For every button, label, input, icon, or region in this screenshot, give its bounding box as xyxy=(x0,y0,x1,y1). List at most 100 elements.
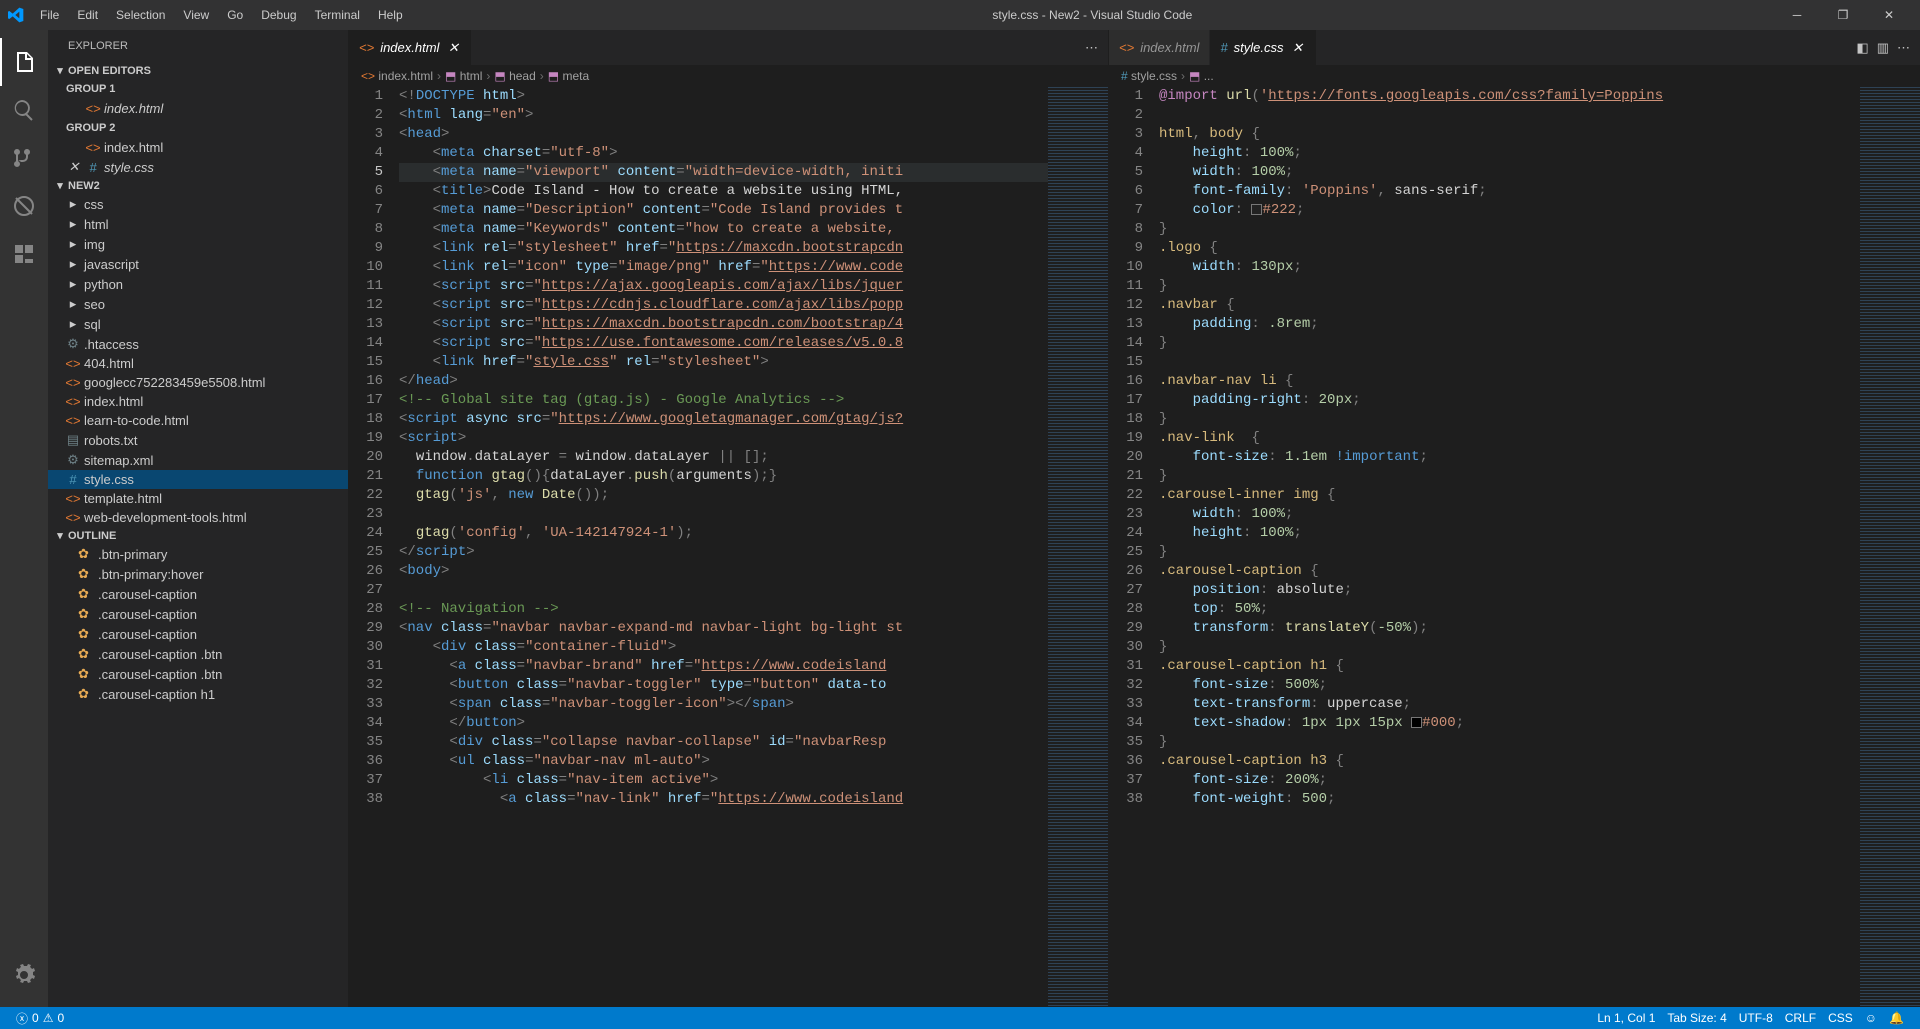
tree-file[interactable]: <>index.html xyxy=(48,392,348,411)
statusbar: ⓧ0 ⚠0 Ln 1, Col 1 Tab Size: 4 UTF-8 CRLF… xyxy=(0,1007,1920,1029)
open-editor-item[interactable]: ✕#style.css xyxy=(48,157,348,177)
status-tabsize[interactable]: Tab Size: 4 xyxy=(1661,1011,1732,1025)
status-lang[interactable]: CSS xyxy=(1822,1011,1859,1025)
minimize-button[interactable]: ─ xyxy=(1774,0,1820,30)
activity-search[interactable] xyxy=(0,86,48,134)
tree-file[interactable]: <>404.html xyxy=(48,354,348,373)
folder-name: html xyxy=(84,217,109,232)
outline-item[interactable]: ✿.carousel-caption xyxy=(48,604,348,624)
tab-index-html[interactable]: <> index.html ✕ xyxy=(349,30,472,65)
breadcrumb-item[interactable]: ⬒ ... xyxy=(1189,69,1214,83)
html-file-icon: <> xyxy=(62,394,84,409)
tree-folder[interactable]: ▸javascript xyxy=(48,254,348,274)
maximize-button[interactable]: ❐ xyxy=(1820,0,1866,30)
outline-item[interactable]: ✿.carousel-caption .btn xyxy=(48,664,348,684)
activity-extensions[interactable] xyxy=(0,230,48,278)
open-editor-item[interactable]: <>index.html xyxy=(48,99,348,118)
outline-item[interactable]: ✿.carousel-caption xyxy=(48,584,348,604)
menu-terminal[interactable]: Terminal xyxy=(307,4,368,26)
more-icon[interactable]: ⋯ xyxy=(1897,40,1910,56)
outline-item[interactable]: ✿.btn-primary xyxy=(48,544,348,564)
file-name: template.html xyxy=(84,491,162,506)
status-eol[interactable]: CRLF xyxy=(1779,1011,1822,1025)
outline-item[interactable]: ✿.carousel-caption h1 xyxy=(48,684,348,704)
menu-selection[interactable]: Selection xyxy=(108,4,173,26)
activity-explorer[interactable] xyxy=(0,38,48,86)
code-editor-2[interactable]: 1234567891011121314151617181920212223242… xyxy=(1109,87,1920,1007)
activity-debug[interactable] xyxy=(0,182,48,230)
menu-edit[interactable]: Edit xyxy=(69,4,106,26)
css-rule-icon: ✿ xyxy=(78,606,98,622)
status-lncol[interactable]: Ln 1, Col 1 xyxy=(1591,1011,1661,1025)
workspace-header[interactable]: ▾New2 xyxy=(48,177,348,194)
gear-file-icon: ⚙ xyxy=(62,336,84,352)
tab-close-icon[interactable]: ✕ xyxy=(445,40,461,56)
layout-icon[interactable]: ▥ xyxy=(1877,40,1889,56)
outline-item[interactable]: ✿.btn-primary:hover xyxy=(48,564,348,584)
menu-file[interactable]: File xyxy=(32,4,67,26)
activity-scm[interactable] xyxy=(0,134,48,182)
more-icon[interactable]: ⋯ xyxy=(1085,40,1098,56)
outline-label: .carousel-caption h1 xyxy=(98,687,215,702)
code-editor-1[interactable]: 1234567891011121314151617181920212223242… xyxy=(349,87,1108,1007)
close-icon[interactable]: ✕ xyxy=(66,159,82,175)
status-encoding[interactable]: UTF-8 xyxy=(1733,1011,1779,1025)
menu-go[interactable]: Go xyxy=(219,4,251,26)
editor-area: <> index.html ✕ ⋯ <> index.html›⬒ html›⬒… xyxy=(348,30,1920,1007)
warning-icon: ⚠ xyxy=(43,1011,54,1025)
tree-folder[interactable]: ▸css xyxy=(48,194,348,214)
breadcrumbs-2[interactable]: # style.css›⬒ ... xyxy=(1109,65,1920,87)
tab-style-css[interactable]: #style.css✕ xyxy=(1210,30,1316,65)
tree-folder[interactable]: ▸python xyxy=(48,274,348,294)
tree-file[interactable]: ⚙sitemap.xml xyxy=(48,450,348,470)
editor-group-2: <>index.html#style.css✕ ◧ ▥ ⋯ # style.cs… xyxy=(1108,30,1920,1007)
tree-file[interactable]: <>learn-to-code.html xyxy=(48,411,348,430)
xml-file-icon: ⚙ xyxy=(62,452,84,468)
outline-item[interactable]: ✿.carousel-caption .btn xyxy=(48,644,348,664)
sidebar: Explorer ▾Open Editors Group 1<>index.ht… xyxy=(48,30,348,1007)
status-feedback[interactable]: ☺ xyxy=(1859,1011,1883,1025)
file-name: .htaccess xyxy=(84,337,139,352)
status-errors[interactable]: ⓧ0 ⚠0 xyxy=(10,1010,70,1027)
window-title: style.css - New2 - Visual Studio Code xyxy=(411,8,1774,22)
folder-name: seo xyxy=(84,297,105,312)
split-icon[interactable]: ◧ xyxy=(1856,40,1868,56)
tab-close-icon[interactable]: ✕ xyxy=(1290,40,1306,56)
minimap-2[interactable] xyxy=(1860,87,1920,1007)
tree-file[interactable]: ▤robots.txt xyxy=(48,430,348,450)
open-editor-item[interactable]: <>index.html xyxy=(48,138,348,157)
activity-settings[interactable] xyxy=(0,951,48,999)
chevron-right-icon: ▸ xyxy=(62,196,84,212)
css-rule-icon: ✿ xyxy=(78,626,98,642)
menu-debug[interactable]: Debug xyxy=(253,4,304,26)
sidebar-title: Explorer xyxy=(48,30,348,62)
tree-file[interactable]: <>web-development-tools.html xyxy=(48,508,348,527)
menu-help[interactable]: Help xyxy=(370,4,411,26)
breadcrumbs-1[interactable]: <> index.html›⬒ html›⬒ head›⬒ meta xyxy=(349,65,1108,87)
tree-folder[interactable]: ▸img xyxy=(48,234,348,254)
folder-name: sql xyxy=(84,317,101,332)
status-bell[interactable]: 🔔 xyxy=(1883,1011,1910,1025)
breadcrumb-item[interactable]: # style.css xyxy=(1121,69,1177,83)
breadcrumb-item[interactable]: <> index.html xyxy=(361,69,433,83)
menu-view[interactable]: View xyxy=(175,4,217,26)
close-button[interactable]: ✕ xyxy=(1866,0,1912,30)
breadcrumb-item[interactable]: ⬒ head xyxy=(494,69,535,83)
css-file-icon: # xyxy=(82,160,104,175)
tree-file[interactable]: #style.css xyxy=(48,470,348,489)
tree-folder[interactable]: ▸seo xyxy=(48,294,348,314)
breadcrumb-item[interactable]: ⬒ meta xyxy=(548,69,589,83)
tree-folder[interactable]: ▸html xyxy=(48,214,348,234)
tab-index-html[interactable]: <>index.html xyxy=(1109,30,1210,65)
outline-header[interactable]: ▾Outline xyxy=(48,527,348,544)
html-file-icon: <> xyxy=(62,510,84,525)
tree-file[interactable]: <>template.html xyxy=(48,489,348,508)
tree-file[interactable]: <>googlecc752283459e5508.html xyxy=(48,373,348,392)
minimap-1[interactable] xyxy=(1048,87,1108,1007)
open-editors-header[interactable]: ▾Open Editors xyxy=(48,62,348,79)
breadcrumb-item[interactable]: ⬒ html xyxy=(445,69,482,83)
outline-item[interactable]: ✿.carousel-caption xyxy=(48,624,348,644)
tree-folder[interactable]: ▸sql xyxy=(48,314,348,334)
tree-file[interactable]: ⚙.htaccess xyxy=(48,334,348,354)
window-controls: ─ ❐ ✕ xyxy=(1774,0,1912,30)
